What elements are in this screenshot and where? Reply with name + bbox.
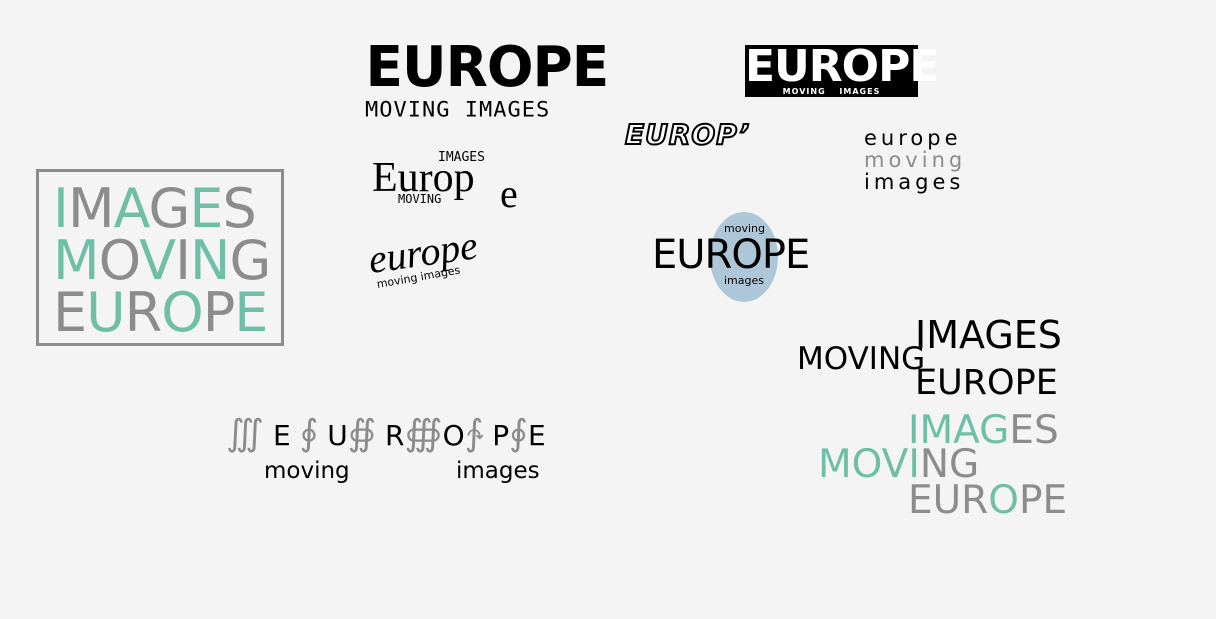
logo-europe-stacked: europe moving images [864,127,966,193]
logo-moving-label: moving [724,222,765,235]
logo-title-tail: e [500,171,518,216]
logo-line-europe: europe [864,126,962,150]
logo-line-images: images [864,170,965,194]
logo-line-moving: moving [864,148,967,172]
logo-line-europe: EUROPE [915,363,1058,403]
logo-europe-handwritten: europe moving images [366,222,512,306]
logo-title: EUROPE [652,232,810,278]
logo-line-images: IMAGES [915,313,1062,357]
logo-europ-outline: EUROP’ [624,117,751,152]
logo-staggered-color: IMAGES MOVING EUROPE [818,408,1078,523]
logo-subtitle: MOVING IMAGES [365,98,551,123]
logo-subtitle: MOVING IMAGES [782,87,881,96]
logo-title: EUROPE [745,41,939,92]
logo-line-moving: MOVING [797,341,926,377]
logo-moving-label: MOVING [398,192,442,206]
logo-images-moving-europe-box: IMAGES MOVING EUROPE [36,169,284,346]
logo-images-label: images [456,458,540,484]
logo-moving-label: moving [264,458,350,484]
logo-line-moving: MOVING [53,229,271,292]
logo-title: EUROPE [365,35,609,100]
logo-line-europe: EUROPE [53,281,268,344]
logo-europe-serif: IMAGES Europ e MOVING [372,150,532,216]
logo-title: ∭ E ∮ U∯ R∰O∱ P∮E [226,413,546,453]
logo-line-images: IMAGES [53,177,257,240]
logo-staggered-black: IMAGES MOVING EUROPE [797,313,1067,403]
logo-europe-oval: EUROPE moving images [650,210,820,305]
logo-europe-ornamental: ∭ E ∮ U∯ R∰O∱ P∮E moving images [226,412,556,492]
logo-europe-block: EUROPE MOVING IMAGES [745,41,939,97]
logo-images-label: images [724,274,764,287]
logo-line-europe: EUROPE [908,478,1068,523]
